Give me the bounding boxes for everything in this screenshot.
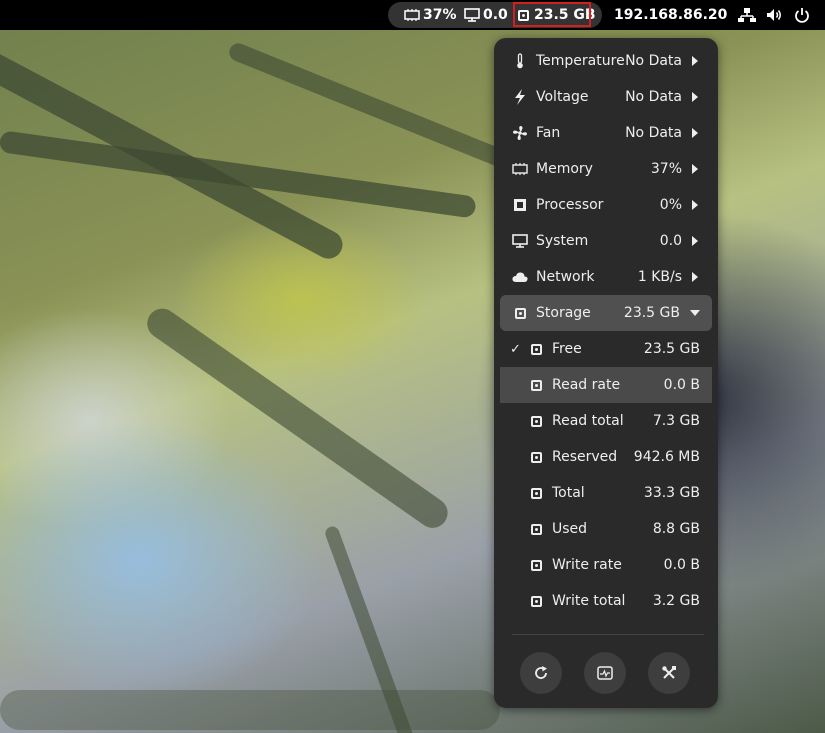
storage-option-label: Read rate bbox=[552, 377, 621, 393]
storage-option-value: 0.0 B bbox=[663, 557, 700, 573]
storage-option-value: 942.6 MB bbox=[633, 449, 700, 465]
storage-option-value: 33.3 GB bbox=[643, 485, 700, 501]
storage-option-write-total[interactable]: Write total 3.2 GB bbox=[500, 583, 712, 619]
disk-icon bbox=[528, 521, 544, 537]
network-wired-icon bbox=[738, 8, 756, 22]
menu-item-value: No Data bbox=[625, 125, 682, 141]
menu-item-value: No Data bbox=[625, 53, 682, 69]
menu-item-network[interactable]: Network 1 KB/s bbox=[500, 259, 712, 295]
menu-item-label: Voltage bbox=[536, 89, 589, 105]
system-indicator[interactable]: 0.0 bbox=[464, 0, 508, 30]
storage-option-write-rate[interactable]: Write rate 0.0 B bbox=[500, 547, 712, 583]
menu-item-temperature[interactable]: Temperature No Data bbox=[500, 43, 712, 79]
monitor-icon bbox=[464, 8, 480, 22]
storage-option-used[interactable]: Used 8.8 GB bbox=[500, 511, 712, 547]
storage-indicator-highlight bbox=[513, 2, 591, 27]
storage-option-value: 7.3 GB bbox=[652, 413, 700, 429]
menu-separator bbox=[512, 634, 704, 635]
chevron-down-icon bbox=[690, 310, 700, 316]
lightning-icon bbox=[512, 89, 528, 105]
storage-option-label: Reserved bbox=[552, 449, 618, 465]
system-monitor-icon bbox=[597, 666, 613, 680]
desktop-wallpaper: 37% 0.0 23.5 GB 192.168.86.20 Temperatur… bbox=[0, 0, 825, 733]
system-status-area[interactable] bbox=[738, 0, 810, 30]
storage-option-label: Free bbox=[552, 341, 582, 357]
disk-icon bbox=[528, 557, 544, 573]
system-indicator-value: 0.0 bbox=[483, 7, 508, 23]
menu-item-label: Network bbox=[536, 269, 595, 285]
refresh-button[interactable] bbox=[520, 652, 562, 694]
volume-icon bbox=[767, 9, 781, 21]
disk-icon bbox=[528, 485, 544, 501]
disk-icon bbox=[512, 305, 528, 321]
menu-item-label: Fan bbox=[536, 125, 561, 141]
menu-item-value: 0.0 bbox=[659, 233, 682, 249]
chevron-right-icon bbox=[692, 200, 698, 210]
storage-option-label: Used bbox=[552, 521, 588, 537]
chevron-right-icon bbox=[692, 272, 698, 282]
storage-option-label: Total bbox=[552, 485, 585, 501]
storage-option-value: 0.0 B bbox=[663, 377, 700, 393]
menu-item-label: Processor bbox=[536, 197, 604, 213]
chevron-right-icon bbox=[692, 92, 698, 102]
top-bar: 37% 0.0 23.5 GB 192.168.86.20 bbox=[0, 0, 825, 30]
ip-address[interactable]: 192.168.86.20 bbox=[614, 0, 727, 30]
preferences-button[interactable] bbox=[648, 652, 690, 694]
thermometer-icon bbox=[512, 53, 528, 69]
storage-option-label: Write rate bbox=[552, 557, 622, 573]
preferences-icon bbox=[662, 666, 676, 679]
disk-icon bbox=[528, 377, 544, 393]
menu-item-value: 1 KB/s bbox=[637, 269, 682, 285]
disk-icon bbox=[528, 593, 544, 609]
menu-item-value: No Data bbox=[625, 89, 682, 105]
chevron-right-icon bbox=[692, 236, 698, 246]
system-monitor-menu: Temperature No Data Voltage No Data Fan … bbox=[494, 38, 718, 708]
storage-option-value: 8.8 GB bbox=[652, 521, 700, 537]
menu-item-label: Storage bbox=[536, 305, 591, 321]
memory-indicator-value: 37% bbox=[423, 7, 457, 23]
storage-option-value: 23.5 GB bbox=[643, 341, 700, 357]
processor-icon bbox=[512, 197, 528, 213]
wallpaper-branch bbox=[226, 40, 512, 170]
menu-item-fan[interactable]: Fan No Data bbox=[500, 115, 712, 151]
menu-item-value: 23.5 GB bbox=[623, 305, 680, 321]
disk-icon bbox=[528, 413, 544, 429]
memory-icon bbox=[512, 161, 528, 177]
disk-icon bbox=[528, 449, 544, 465]
menu-item-storage[interactable]: Storage 23.5 GB bbox=[500, 295, 712, 331]
chevron-right-icon bbox=[692, 164, 698, 174]
disk-icon bbox=[528, 341, 544, 357]
menu-item-system[interactable]: System 0.0 bbox=[500, 223, 712, 259]
check-icon: ✓ bbox=[510, 341, 521, 357]
open-system-monitor-button[interactable] bbox=[584, 652, 626, 694]
storage-option-label: Read total bbox=[552, 413, 624, 429]
menu-item-label: Temperature bbox=[536, 53, 625, 69]
menu-item-memory[interactable]: Memory 37% bbox=[500, 151, 712, 187]
storage-option-label: Write total bbox=[552, 593, 626, 609]
wallpaper-branch bbox=[0, 690, 500, 730]
menu-item-value: 0% bbox=[659, 197, 682, 213]
menu-item-value: 37% bbox=[650, 161, 682, 177]
storage-option-read-rate[interactable]: Read rate 0.0 B bbox=[500, 367, 712, 403]
storage-option-reserved[interactable]: Reserved 942.6 MB bbox=[500, 439, 712, 475]
refresh-icon bbox=[535, 666, 547, 679]
chevron-right-icon bbox=[692, 56, 698, 66]
memory-icon bbox=[404, 9, 420, 21]
memory-indicator[interactable]: 37% bbox=[404, 0, 457, 30]
storage-option-read-total[interactable]: Read total 7.3 GB bbox=[500, 403, 712, 439]
storage-option-value: 3.2 GB bbox=[652, 593, 700, 609]
menu-item-processor[interactable]: Processor 0% bbox=[500, 187, 712, 223]
chevron-right-icon bbox=[692, 128, 698, 138]
menu-item-label: System bbox=[536, 233, 589, 249]
storage-option-total[interactable]: Total 33.3 GB bbox=[500, 475, 712, 511]
cloud-icon bbox=[512, 269, 528, 285]
menu-item-voltage[interactable]: Voltage No Data bbox=[500, 79, 712, 115]
power-icon bbox=[795, 8, 809, 23]
menu-item-label: Memory bbox=[536, 161, 593, 177]
storage-option-free[interactable]: ✓ Free 23.5 GB bbox=[500, 331, 712, 367]
monitor-icon bbox=[512, 233, 528, 249]
fan-icon bbox=[512, 125, 528, 141]
wallpaper-branch bbox=[141, 302, 454, 534]
